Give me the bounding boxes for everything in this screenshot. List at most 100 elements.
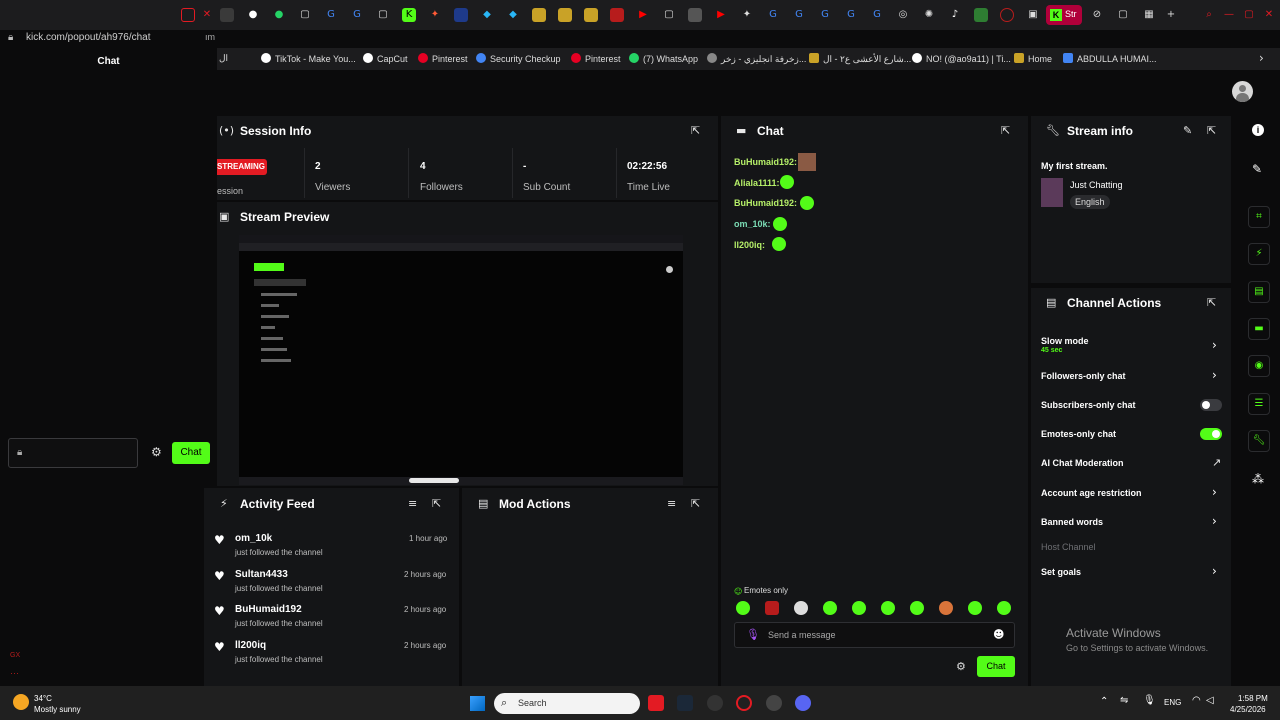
popout-icon[interactable]: ⇱ — [691, 124, 700, 137]
banned-words-label[interactable]: Banned words — [1041, 517, 1103, 527]
popout-icon[interactable]: ⇱ — [1207, 124, 1216, 137]
emoji-icon[interactable]: ☻ — [993, 628, 1004, 641]
window-close-icon[interactable]: ✕ — [1262, 8, 1276, 22]
broadcast-icon[interactable]: ◉ — [1248, 355, 1270, 377]
followers-only-label[interactable]: Followers-only chat — [1041, 371, 1126, 381]
clock-date[interactable]: 4/25/2026 — [1230, 705, 1266, 714]
emote-icon[interactable] — [852, 601, 866, 615]
tab-square-icon[interactable] — [181, 8, 195, 22]
tab-icon[interactable] — [454, 8, 468, 22]
opera-gx-icon[interactable] — [736, 695, 752, 711]
tab-icon[interactable]: ✺ — [922, 8, 936, 22]
emote-icon[interactable] — [968, 601, 982, 615]
emote-icon[interactable] — [736, 601, 750, 615]
emote-icon[interactable] — [794, 601, 808, 615]
activity-user[interactable]: ll200iq — [235, 640, 266, 651]
google-tab-icon[interactable]: G — [870, 8, 884, 22]
close-icon[interactable]: ✕ — [200, 8, 214, 22]
search-tabs-icon[interactable]: ⌕ — [1202, 8, 1216, 22]
popout-icon[interactable]: ⇱ — [432, 497, 441, 510]
popout-url[interactable]: kick.com/popout/ah976/chat — [26, 32, 151, 43]
chevron-right-icon[interactable]: › — [1212, 485, 1217, 499]
bookmark-home[interactable]: Home — [1014, 53, 1052, 64]
emote-icon[interactable] — [823, 601, 837, 615]
chevron-right-icon[interactable]: › — [1212, 514, 1217, 528]
user-avatar[interactable] — [1232, 81, 1253, 102]
subscribers-only-label[interactable]: Subscribers-only chat — [1041, 400, 1136, 410]
kick-tab-icon[interactable]: K — [402, 8, 416, 22]
chevron-right-icon[interactable]: › — [1212, 368, 1217, 382]
capcut-tab-icon[interactable]: ✦ — [428, 8, 442, 22]
google-tab-icon[interactable]: G — [324, 8, 338, 22]
chat-icon[interactable]: ▬ — [1248, 318, 1270, 340]
chat-username[interactable]: Aliala1111: — [734, 178, 780, 188]
activity-user[interactable]: BuHumaid192 — [235, 604, 302, 615]
bookmark-whatsapp[interactable]: (7) WhatsApp — [629, 53, 698, 64]
chevron-right-icon[interactable]: › — [1212, 338, 1217, 352]
bookmark-zakhrafa[interactable]: زخرفة انجليزي - زخر... — [707, 53, 806, 65]
language-indicator[interactable]: ENG — [1164, 698, 1181, 707]
bookmark-0[interactable]: ال — [219, 53, 228, 64]
chevron-right-icon[interactable]: › — [1212, 564, 1217, 578]
emote-icon[interactable] — [910, 601, 924, 615]
popout-icon[interactable]: ⇱ — [1001, 124, 1010, 137]
bookmark-pinterest-2[interactable]: Pinterest — [571, 53, 621, 64]
whatsapp-tab-icon[interactable]: ● — [272, 8, 286, 22]
tray-chevron-icon[interactable]: ⌃ — [1100, 696, 1108, 707]
filter-icon[interactable]: ≡ — [408, 497, 417, 510]
doc-tab-icon[interactable]: ▢ — [1116, 8, 1130, 22]
chrome-tab-icon[interactable] — [220, 8, 234, 22]
settings-gear-icon[interactable]: ⚙ — [151, 445, 162, 459]
tab-icon[interactable] — [688, 8, 702, 22]
doc-tab-icon[interactable]: ▢ — [376, 8, 390, 22]
chat-username[interactable]: ll200iq: — [734, 240, 765, 250]
chat-message-input[interactable]: 🎙︎ Send a message ☻ — [734, 622, 1015, 648]
tab-icon[interactable] — [1000, 8, 1014, 22]
doc-tab-icon[interactable]: ▢ — [298, 8, 312, 22]
external-link-icon[interactable]: ↗ — [1212, 456, 1221, 469]
bookmark-security-checkup[interactable]: Security Checkup — [476, 53, 561, 64]
steam-icon[interactable] — [677, 695, 693, 711]
tab-icon[interactable]: ✦ — [740, 8, 754, 22]
minimize-icon[interactable]: — — [1222, 8, 1236, 22]
maximize-icon[interactable]: ▢ — [1242, 8, 1256, 22]
tab-icon[interactable] — [974, 8, 988, 22]
edit-icon[interactable]: ✎ — [1252, 162, 1262, 176]
bookmark-tiktok[interactable]: TikTok - Make You... — [261, 53, 356, 64]
bookmark-abdulla[interactable]: ABDULLA HUMAI... — [1063, 53, 1157, 64]
activity-user[interactable]: om_10k — [235, 533, 272, 544]
app-icon[interactable] — [766, 695, 782, 711]
bookmark-tiktok-profile[interactable]: NO! (@ao9a11) | Ti... — [912, 53, 1011, 64]
grid-tab-icon[interactable]: ▦ — [1142, 8, 1156, 22]
doc-tab-icon[interactable]: ▢ — [662, 8, 676, 22]
emotes-only-toggle[interactable] — [1200, 428, 1222, 440]
sliders-icon[interactable]: ☰ — [1248, 393, 1270, 415]
emote-icon[interactable] — [997, 601, 1011, 615]
chat-send-button[interactable]: Chat — [977, 656, 1015, 677]
bookmark-capcut[interactable]: CapCut — [363, 53, 408, 64]
emote-icon[interactable] — [881, 601, 895, 615]
volume-icon[interactable]: ◁ — [1206, 695, 1214, 706]
more-dots-icon[interactable]: ··· — [10, 668, 19, 678]
tiktok-tab-icon[interactable]: ♪ — [948, 8, 962, 22]
bookmark-tab-icon[interactable] — [584, 8, 598, 22]
app-icon[interactable] — [648, 695, 664, 711]
youtube-tab-icon[interactable]: ▶ — [714, 8, 728, 22]
chat-username[interactable]: BuHumaid192: — [734, 198, 797, 208]
chat-username[interactable]: BuHumaid192: — [734, 157, 797, 167]
google-tab-icon[interactable]: G — [844, 8, 858, 22]
weather-icon[interactable] — [13, 694, 29, 710]
google-tab-icon[interactable]: G — [792, 8, 806, 22]
bookmarks-more-icon[interactable]: › — [1259, 51, 1264, 65]
slow-mode-label[interactable]: Slow mode — [1041, 336, 1089, 346]
emote-icon[interactable] — [765, 601, 779, 615]
app-icon[interactable] — [707, 695, 723, 711]
ai-moderation-label[interactable]: AI Chat Moderation — [1041, 458, 1124, 468]
shield-tab-icon[interactable]: ◆ — [480, 8, 494, 22]
discord-icon[interactable] — [795, 695, 811, 711]
log-icon[interactable]: ▤ — [1248, 281, 1270, 303]
emote-icon[interactable] — [939, 601, 953, 615]
apps-icon[interactable]: ⁂ — [1252, 472, 1264, 486]
popout-chat-input[interactable]: 🔒︎ — [8, 438, 138, 468]
bookmark-street[interactable]: شارع الأعشى ع٢ - ال... — [809, 53, 911, 65]
